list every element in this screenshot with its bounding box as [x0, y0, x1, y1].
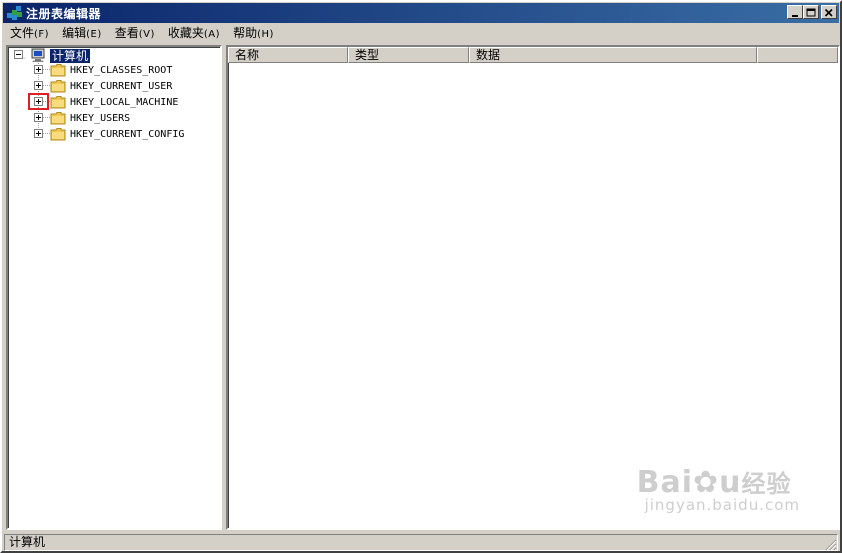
expand-toggle-hkcu[interactable] — [34, 81, 43, 90]
close-button[interactable] — [821, 5, 837, 19]
paw-icon: ✿ — [692, 465, 720, 500]
menu-edit-key: (E) — [86, 28, 102, 40]
folder-icon — [50, 96, 66, 109]
menu-favorites-key: (A) — [203, 28, 221, 40]
menu-file[interactable]: 文件(F) — [3, 24, 55, 44]
expand-toggle-hku[interactable] — [34, 113, 43, 122]
minimize-icon — [792, 15, 798, 17]
folder-icon — [50, 128, 66, 141]
minimize-button[interactable] — [787, 5, 803, 19]
watermark-brand-u: u — [719, 465, 742, 500]
tree-node-hku[interactable]: HKEY_USERS — [70, 112, 130, 126]
maximize-button[interactable] — [803, 5, 819, 19]
tree-node-hkcr[interactable]: HKEY_CLASSES_ROOT — [70, 64, 172, 78]
title-bar[interactable]: 注册表编辑器 — [3, 3, 839, 23]
registry-editor-window: 注册表编辑器 文件(F) 编辑(E) 查看(V) 收藏夹(A) 帮助(H) 计算… — [0, 0, 842, 553]
expand-toggle-hkcr[interactable] — [34, 65, 43, 74]
menu-help-label: 帮助 — [233, 25, 258, 40]
computer-icon — [31, 48, 45, 62]
menu-file-key: (F) — [34, 28, 50, 40]
status-bar: 计算机 — [3, 533, 839, 553]
plus-icon — [36, 115, 41, 120]
column-header-name[interactable]: 名称 — [228, 47, 348, 63]
watermark: Bai✿u经验 jingyan.baidu.com — [637, 464, 800, 514]
watermark-brand-prefix: Bai — [636, 465, 693, 500]
list-header: 名称 类型 数据 — [228, 47, 838, 63]
annotation-highlight-box — [28, 93, 49, 110]
folder-icon — [50, 112, 66, 125]
status-text: 计算机 — [4, 534, 838, 551]
close-icon — [824, 8, 833, 17]
plus-icon — [36, 131, 41, 136]
menu-help[interactable]: 帮助(H) — [226, 24, 280, 44]
resize-grip-icon[interactable] — [825, 539, 837, 551]
menu-favorites-label: 收藏夹 — [167, 25, 204, 40]
menu-view[interactable]: 查看(V) — [108, 24, 161, 44]
menu-bar: 文件(F) 编辑(E) 查看(V) 收藏夹(A) 帮助(H) — [3, 24, 839, 43]
tree-node-computer[interactable]: 计算机 — [50, 49, 91, 63]
root-collapse-toggle[interactable] — [14, 50, 23, 59]
regedit-icon — [6, 5, 22, 21]
watermark-domain: jingyan.baidu.com — [644, 496, 800, 514]
menu-view-label: 查看 — [114, 25, 139, 40]
minus-icon — [16, 54, 21, 55]
menu-view-key: (V) — [138, 28, 155, 40]
folder-icon — [50, 64, 66, 77]
tree-node-hklm[interactable]: HKEY_LOCAL_MACHINE — [70, 96, 178, 110]
folder-icon — [50, 80, 66, 93]
window-title: 注册表编辑器 — [26, 6, 102, 21]
values-list-pane[interactable]: 名称 类型 数据 — [226, 45, 840, 530]
column-header-data[interactable]: 数据 — [469, 47, 757, 63]
title-buttons — [787, 5, 837, 19]
watermark-brand-suffix: 经验 — [741, 470, 792, 498]
menu-favorites[interactable]: 收藏夹(A) — [161, 24, 226, 44]
menu-edit-label: 编辑 — [62, 25, 87, 40]
tree-node-hkcu[interactable]: HKEY_CURRENT_USER — [70, 80, 172, 94]
column-header-type[interactable]: 类型 — [348, 47, 469, 63]
expand-toggle-hkcc[interactable] — [34, 129, 43, 138]
tree-node-hkcc[interactable]: HKEY_CURRENT_CONFIG — [70, 128, 184, 142]
tree-pane[interactable]: 计算机 HKEY_CLASSES_ROOT HKEY_CURRENT_USER … — [6, 45, 222, 530]
column-header-filler — [757, 47, 838, 63]
menu-file-label: 文件 — [10, 25, 35, 40]
plus-icon — [36, 67, 41, 72]
menu-edit[interactable]: 编辑(E) — [55, 24, 108, 44]
watermark-brand: Bai✿u经验 — [637, 464, 800, 500]
plus-icon — [36, 83, 41, 88]
menu-help-key: (H) — [257, 28, 274, 40]
maximize-icon — [806, 8, 816, 17]
tree-root-label: 计算机 — [50, 49, 91, 63]
